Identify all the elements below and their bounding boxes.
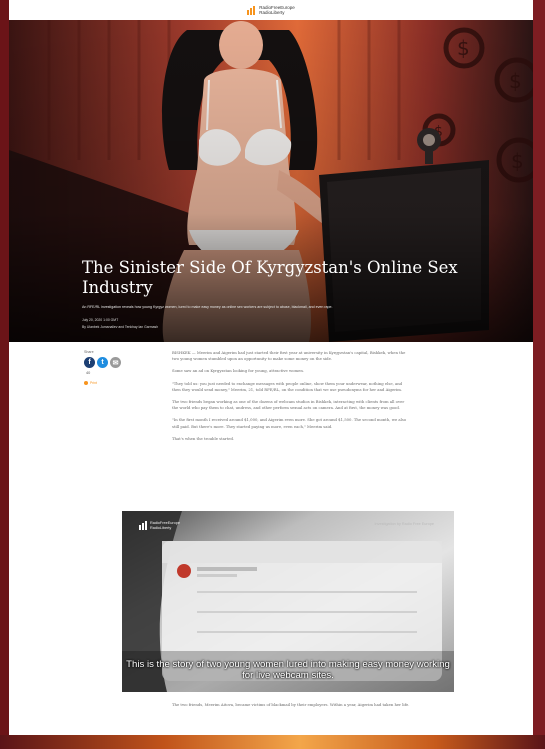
logo-line2: RadioLiberty bbox=[259, 10, 285, 15]
article-byline: By Ulanbek Jumanaliev and Tenkhay Ian Ga… bbox=[82, 325, 159, 329]
article-date: July 20, 2020 1:00 GMT bbox=[82, 318, 119, 322]
print-icon bbox=[84, 381, 88, 385]
print-label: Print bbox=[90, 381, 97, 385]
print-button[interactable]: Print bbox=[84, 381, 124, 385]
email-share-icon[interactable]: ✉ bbox=[110, 357, 121, 368]
article-paragraph: The two friends began working as one of … bbox=[172, 399, 405, 411]
site-header: RadioFreeEurope RadioLiberty bbox=[9, 0, 533, 20]
share-count: 40 bbox=[86, 371, 91, 375]
hero-illustration: $ $ $ $ bbox=[9, 20, 533, 342]
share-label: Share bbox=[84, 350, 94, 354]
logo-mark-icon bbox=[139, 521, 148, 530]
video-logo-line2: RadioLiberty bbox=[150, 525, 172, 530]
video-logo-line1: RadioFreeEurope bbox=[150, 521, 180, 525]
article-body: BISHKEK — Meerim and Aigerim had just st… bbox=[172, 350, 407, 448]
article-paragraph: Some saw an ad on Kyrgyzstan looking for… bbox=[172, 368, 305, 374]
frame-bottom bbox=[0, 735, 545, 749]
frame-right bbox=[533, 0, 545, 749]
article-paragraph: That's when the trouble started. bbox=[172, 435, 235, 441]
frame-left bbox=[0, 0, 9, 749]
video-player[interactable]: RadioFreeEurope RadioLiberty Investigati… bbox=[122, 511, 454, 692]
article-paragraph: The two friends, Meerim Aitova, became v… bbox=[172, 702, 410, 707]
twitter-share-icon[interactable]: t bbox=[97, 357, 108, 368]
video-caption: This is the story of two young women lur… bbox=[126, 659, 450, 681]
logo-mark-icon bbox=[247, 5, 256, 15]
video-logo: RadioFreeEurope RadioLiberty bbox=[139, 521, 180, 530]
site-logo[interactable]: RadioFreeEurope RadioLiberty bbox=[247, 5, 295, 15]
share-panel: Share f t ✉ 40 Print bbox=[84, 350, 124, 385]
article-paragraph: BISHKEK — Meerim and Aigerim had just st… bbox=[172, 350, 406, 362]
article-paragraph: "They told us: you just needed to exchan… bbox=[172, 380, 403, 392]
facebook-share-icon[interactable]: f bbox=[84, 357, 95, 368]
article-paragraph: "In the first month I received around $1… bbox=[172, 417, 407, 429]
article-page: RadioFreeEurope RadioLiberty The Siniste… bbox=[9, 0, 533, 735]
article-subtitle: An RFE/RL investigation reveals how youn… bbox=[82, 305, 333, 309]
article-title: The Sinister Side Of Kyrgyzstan's Online… bbox=[82, 258, 458, 297]
video-watermark: Investigation by Radio Free Europe bbox=[374, 522, 434, 526]
article-body-continued: The two friends, Meerim Aitova, became v… bbox=[172, 702, 412, 708]
